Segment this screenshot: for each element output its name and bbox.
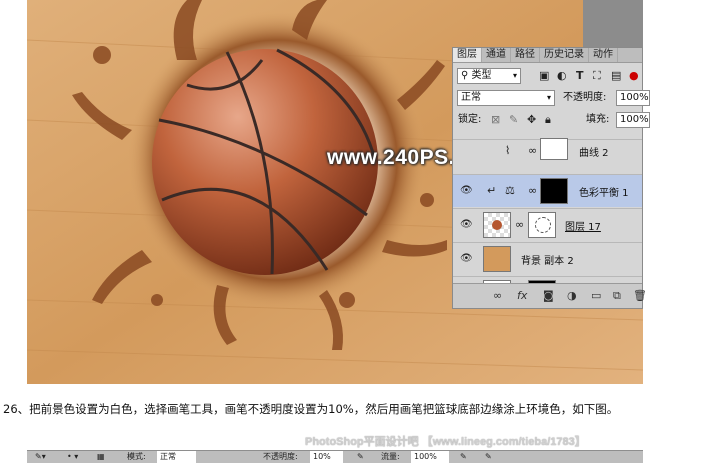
opacity-input[interactable]: 100% (616, 90, 650, 106)
layer-row[interactable]: 👁︎ ∞ 图层 17 (453, 208, 642, 241)
layer-mask-thumbnail[interactable] (540, 178, 568, 204)
curves-adjustment-icon: ⌇ (505, 144, 511, 157)
color-balance-icon: ⚖ (505, 184, 515, 197)
blend-mode-select[interactable]: 正常 ▾ (457, 90, 555, 106)
lock-position-icon[interactable]: ✥ (527, 113, 536, 127)
shape-filter-icon[interactable]: ⛶ (593, 69, 601, 83)
fill-label: 填充: (586, 114, 610, 125)
link-icon: ∞ (528, 184, 538, 197)
layer-mask-thumbnail[interactable] (540, 138, 568, 160)
panel-tabs: 图层 通道 路径 历史记录 动作 (453, 48, 642, 63)
site-credit: PhotoShop平面设计吧 【www.lineeg.com/tieba/178… (305, 436, 586, 448)
link-icon: ∞ (515, 218, 525, 231)
layer-style-icon[interactable]: fx (517, 289, 527, 302)
opacity-label: 不透明度: (263, 452, 298, 461)
filter-toggle-icon[interactable]: ● (629, 69, 639, 83)
visibility-eye-icon[interactable]: 👁︎ (460, 185, 473, 196)
brush-panel-icon[interactable]: ▦ (97, 451, 105, 463)
link-layers-icon[interactable]: ∞ (493, 289, 502, 302)
layer-name: 图层 17 (565, 222, 601, 233)
new-adjustment-icon[interactable]: ◑ (567, 289, 577, 302)
tab-paths[interactable]: 路径 (511, 48, 540, 62)
tab-channels[interactable]: 通道 (482, 48, 511, 62)
pixel-filter-icon[interactable]: ▣ (539, 69, 549, 83)
blend-row: 正常 ▾ 不透明度: 100% (453, 88, 650, 108)
layer-thumbnail[interactable] (483, 212, 511, 238)
filter-kind-label: 类型 (471, 70, 492, 81)
tab-actions[interactable]: 动作 (589, 48, 618, 62)
chevron-down-icon: ▾ (546, 93, 551, 102)
mode-label: 模式: (127, 452, 146, 461)
layer-name: 背景 副本 2 (521, 256, 574, 267)
chevron-down-icon: ▾ (512, 71, 517, 80)
filter-row: ⚲ 类型 ▾ ▣ ◐ T ⛶ ▤ ● (453, 67, 642, 85)
adjustment-filter-icon[interactable]: ◐ (557, 69, 567, 83)
fill-input[interactable]: 100% (616, 112, 650, 128)
opacity-input[interactable]: 10% (310, 451, 343, 463)
lock-image-icon[interactable]: ✎ (509, 113, 518, 127)
link-icon: ∞ (528, 144, 538, 157)
layer-mask-thumbnail[interactable] (528, 212, 556, 238)
circle-mask-icon (535, 217, 551, 233)
layer-row[interactable]: 👁︎ 背景 副本 2 (453, 242, 642, 275)
new-layer-icon[interactable]: ⧉ (613, 289, 621, 303)
trash-icon[interactable]: 🗑︎ (633, 289, 647, 302)
add-mask-icon[interactable]: ◙ (543, 289, 554, 302)
clip-arrow-icon: ↵ (487, 184, 497, 197)
visibility-eye-icon[interactable]: 👁︎ (460, 253, 473, 264)
layer-row-selected[interactable]: 👁︎ ↵ ⚖ ∞ 色彩平衡 1 (453, 174, 642, 207)
opacity-label: 不透明度: (563, 92, 607, 103)
tutorial-caption: 26、把前景色设置为白色，选择画笔工具，画笔不透明度设置为10%，然后用画笔把篮… (3, 402, 619, 416)
brush-preset-picker[interactable]: • ▾ (67, 451, 78, 463)
search-icon: ⚲ (461, 70, 472, 81)
layer-name: 曲线 2 (579, 148, 609, 159)
lock-transparent-icon[interactable]: ⊠ (491, 113, 500, 127)
layers-panel-footer: ∞ fx ◙ ◑ ▭ ⧉ 🗑︎ (453, 283, 647, 308)
new-group-icon[interactable]: ▭ (591, 289, 601, 302)
lock-row: 锁定: ⊠ ✎ ✥ 🔒︎ 填充: 100% (453, 110, 650, 130)
pressure-size-icon[interactable]: ✎ (485, 451, 492, 463)
blend-mode-value: 正常 (461, 92, 481, 103)
tab-history[interactable]: 历史记录 (540, 48, 589, 62)
lock-label: 锁定: (458, 114, 482, 125)
flow-input[interactable]: 100% (411, 451, 449, 463)
mode-select[interactable]: 正常 (157, 451, 196, 463)
visibility-eye-icon[interactable]: 👁︎ (460, 219, 473, 230)
type-filter-icon[interactable]: T (576, 69, 584, 83)
lock-all-icon[interactable]: 🔒︎ (545, 113, 551, 127)
brush-options-bar: ✎▾ • ▾ ▦ 模式: 正常 不透明度: 10% ✎ 流量: 100% ✎ ✎ (27, 450, 643, 463)
smart-object-filter-icon[interactable]: ▤ (611, 69, 621, 83)
layer-name: 色彩平衡 1 (579, 188, 629, 199)
canvas-background (583, 0, 643, 48)
brush-tool-icon[interactable]: ✎▾ (35, 451, 46, 463)
ball-thumbnail-icon (492, 220, 502, 230)
filter-kind-select[interactable]: ⚲ 类型 ▾ (457, 68, 521, 84)
layer-thumbnail[interactable] (483, 246, 511, 272)
tab-layers[interactable]: 图层 (453, 48, 482, 62)
layer-row[interactable]: ⌇ ∞ 曲线 2 (453, 138, 642, 161)
layers-panel: 图层 通道 路径 历史记录 动作 ⚲ 类型 ▾ ▣ ◐ T ⛶ ▤ ● 正常 ▾… (452, 47, 650, 309)
flow-label: 流量: (381, 452, 400, 461)
airbrush-icon[interactable]: ✎ (460, 451, 467, 463)
pressure-opacity-icon[interactable]: ✎ (357, 451, 364, 463)
